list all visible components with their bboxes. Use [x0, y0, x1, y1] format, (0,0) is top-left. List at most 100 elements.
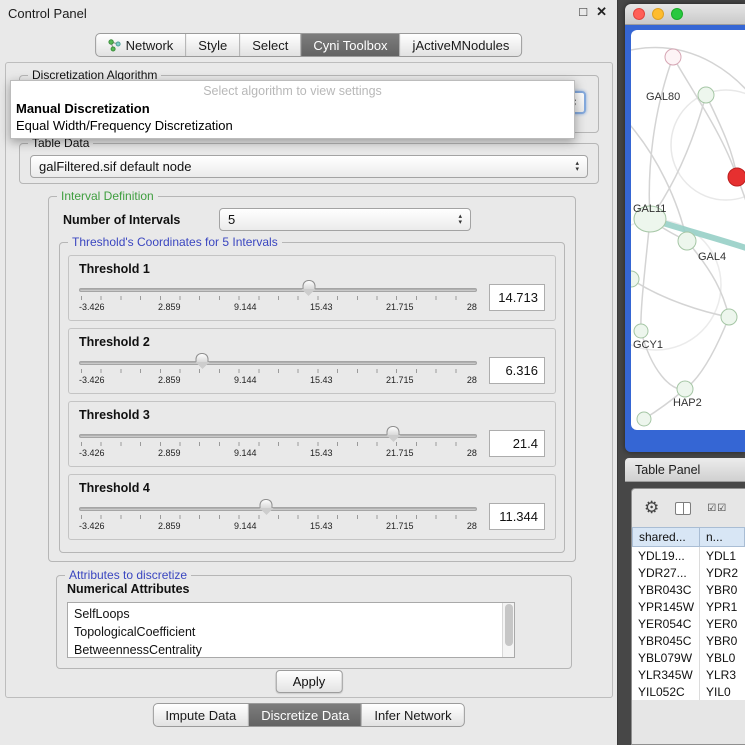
table-row: YBR043C YBR0	[632, 581, 745, 598]
tab-discretize-data-label: Discretize Data	[261, 708, 349, 723]
list-scrollbar-thumb[interactable]	[505, 604, 513, 646]
table-cell[interactable]: YDL1	[700, 547, 745, 564]
algorithm-dropdown-popup: Select algorithm to view settings Manual…	[10, 80, 575, 139]
network-node[interactable]	[665, 49, 681, 65]
tab-jactivemnodules[interactable]: jActiveMNodules	[400, 34, 522, 56]
table-header-row: shared... n...	[632, 527, 745, 547]
list-item[interactable]: TopologicalCoefficient	[74, 623, 508, 641]
network-node[interactable]	[637, 412, 651, 426]
float-window-icon[interactable]: □	[579, 4, 587, 20]
table-cell[interactable]: YDL19...	[632, 547, 700, 564]
list-scrollbar[interactable]	[502, 603, 514, 657]
table-toolbar: ⚙ ☑☑	[632, 489, 745, 527]
network-node[interactable]	[634, 324, 648, 338]
table-cell[interactable]: YBR0	[700, 581, 745, 598]
threshold-slider: -3.426 2.859 9.144 15.43 21.715 28	[79, 278, 477, 316]
threshold-value-field[interactable]: 6.316	[489, 357, 545, 384]
slider-ticks	[81, 296, 475, 300]
node-label: GAL11	[633, 203, 666, 215]
threshold-slider-thumb[interactable]	[260, 499, 273, 508]
tab-impute-data-label: Impute Data	[165, 708, 236, 723]
edge	[649, 57, 673, 219]
table-cell[interactable]: YIL052C	[632, 683, 700, 700]
column-header-shared-name[interactable]: shared...	[632, 527, 700, 547]
tab-network-label: Network	[126, 38, 174, 53]
slider-track[interactable]	[79, 507, 477, 511]
table-cell[interactable]: YLR345W	[632, 666, 700, 683]
list-item[interactable]: BetweennessCentrality	[74, 641, 508, 658]
cyni-toolbox-panel: Discretization Algorithm ▴ ▾ Table Data …	[5, 62, 613, 698]
table-cell[interactable]: YBL0	[700, 649, 745, 666]
zoom-traffic-light-icon[interactable]	[671, 8, 683, 20]
table-cell[interactable]: YPR1	[700, 598, 745, 615]
table-cell[interactable]: YBR045C	[632, 632, 700, 649]
tab-impute-data[interactable]: Impute Data	[153, 704, 248, 726]
attributes-group: Attributes to discretize Numerical Attri…	[56, 575, 572, 669]
apply-button[interactable]: Apply	[276, 670, 343, 693]
table-panel-header[interactable]: Table Panel	[625, 458, 745, 482]
tab-cyni-toolbox[interactable]: Cyni Toolbox	[300, 34, 399, 56]
combo-stepper-icon: ▴ ▾	[567, 161, 579, 173]
column-header-name[interactable]: n...	[700, 527, 745, 547]
slider-tick-labels: -3.426 2.859 9.144 15.43 21.715 28	[79, 375, 477, 385]
threshold-label: Threshold 3	[79, 408, 545, 422]
number-of-intervals-combobox[interactable]: 5 ▴ ▾	[219, 208, 471, 231]
threshold-slider-thumb[interactable]	[196, 353, 209, 362]
table-cell[interactable]: YPR145W	[632, 598, 700, 615]
close-icon[interactable]: ✕	[596, 4, 607, 20]
slider-track[interactable]	[79, 361, 477, 365]
columns-icon[interactable]	[675, 502, 691, 515]
table-row: YBL079W YBL0	[632, 649, 745, 666]
network-node[interactable]	[721, 309, 737, 325]
close-traffic-light-icon[interactable]	[633, 8, 645, 20]
minimize-traffic-light-icon[interactable]	[652, 8, 664, 20]
table-cell[interactable]: YER054C	[632, 615, 700, 632]
table-row: YLR345W YLR3	[632, 666, 745, 683]
network-node[interactable]	[678, 232, 696, 250]
slider-track[interactable]	[79, 288, 477, 292]
threshold-slider: -3.426 2.859 9.144 15.43 21.715 28	[79, 497, 477, 535]
table-cell[interactable]: YDR2	[700, 564, 745, 581]
dropdown-option-equal-width-frequency[interactable]: Equal Width/Frequency Discretization	[11, 117, 574, 134]
select-columns-icon[interactable]: ☑☑	[707, 503, 727, 514]
attributes-group-title: Attributes to discretize	[65, 568, 191, 582]
threshold-value-field[interactable]: 11.344	[489, 503, 545, 530]
table-data-combobox[interactable]: galFiltered.sif default node ▴ ▾	[30, 155, 588, 178]
dropdown-option-manual-discretization[interactable]: Manual Discretization	[11, 100, 574, 117]
table-cell[interactable]: YBR0	[700, 632, 745, 649]
tab-network[interactable]: Network	[96, 34, 186, 56]
network-graph: GAL80 GAL11 GAL4 GCY1 HAP2	[631, 30, 745, 430]
bottom-tab-bar: Impute Data Discretize Data Infer Networ…	[152, 703, 464, 727]
table-cell[interactable]: YER0	[700, 615, 745, 632]
threshold-slider-thumb[interactable]	[302, 280, 315, 289]
table-row: YER054C YER0	[632, 615, 745, 632]
table-cell[interactable]: YBR043C	[632, 581, 700, 598]
threshold-value-field[interactable]: 14.713	[489, 284, 545, 311]
network-node[interactable]	[631, 271, 639, 287]
slider-track[interactable]	[79, 434, 477, 438]
table-cell[interactable]: YLR3	[700, 666, 745, 683]
threshold-value-field[interactable]: 21.4	[489, 430, 545, 457]
tab-select[interactable]: Select	[239, 34, 300, 56]
list-item[interactable]: SelfLoops	[74, 605, 508, 623]
tab-infer-network[interactable]: Infer Network	[361, 704, 463, 726]
tab-discretize-data[interactable]: Discretize Data	[248, 704, 361, 726]
dropdown-placeholder: Select algorithm to view settings	[11, 81, 574, 100]
network-canvas[interactable]: GAL80 GAL11 GAL4 GCY1 HAP2	[631, 30, 745, 430]
network-window-titlebar[interactable]	[625, 4, 745, 25]
combo-stepper-icon: ▴ ▾	[450, 214, 462, 226]
numerical-attributes-heading: Numerical Attributes	[67, 582, 189, 596]
threshold-slider-thumb[interactable]	[387, 426, 400, 435]
tab-style-label: Style	[198, 38, 227, 53]
table-cell[interactable]: YBL079W	[632, 649, 700, 666]
table-cell[interactable]: YDR27...	[632, 564, 700, 581]
network-node[interactable]	[677, 381, 693, 397]
tab-style[interactable]: Style	[185, 34, 239, 56]
network-node[interactable]	[698, 87, 714, 103]
table-row: YDL19... YDL1	[632, 547, 745, 564]
selected-network-node[interactable]	[728, 168, 745, 186]
table-cell[interactable]: YIL0	[700, 683, 745, 700]
gear-icon[interactable]: ⚙	[644, 498, 659, 518]
edge	[737, 177, 745, 292]
table-body: YDL19... YDL1 YDR27... YDR2 YBR043C YBR0…	[632, 547, 745, 700]
